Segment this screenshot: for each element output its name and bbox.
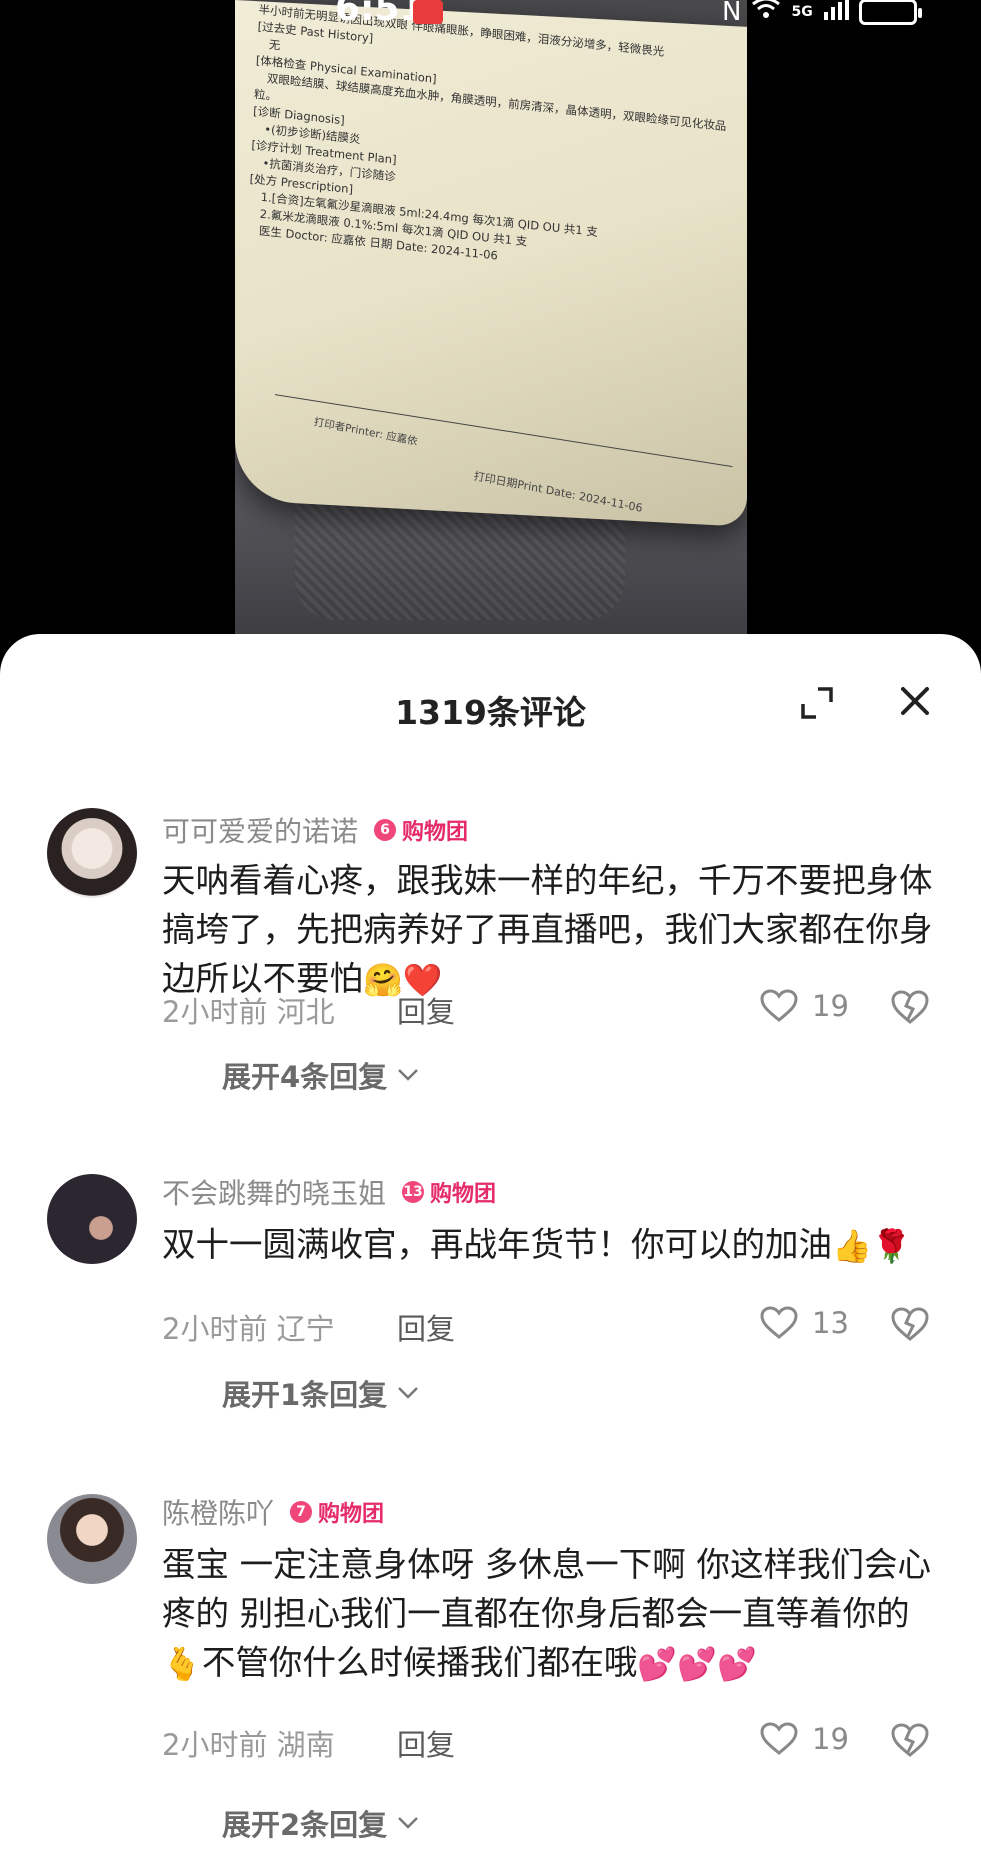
emoji: 🫰 bbox=[162, 1645, 202, 1683]
badge-label: 购物团 bbox=[430, 1182, 497, 1207]
video-player[interactable]: 半小时前无明显诱因出现双眼 伴眼痛眼胀，睁眼困难，泪液分泌增多，轻微畏光 [过去… bbox=[0, 0, 981, 640]
badge-label: 购物团 bbox=[402, 820, 469, 845]
comments-sheet: 1319条评论 可可爱爱的诺诺 6 购物团 天呐看着心疼，跟我妹一样的年纪，千万不… bbox=[0, 634, 981, 1874]
medical-record-text: 半小时前无明显诱因出现双眼 伴眼痛眼胀，睁眼困难，泪液分泌增多，轻微畏光 [过去… bbox=[247, 1, 747, 292]
wifi-icon bbox=[751, 0, 781, 27]
badge-level: 13 bbox=[402, 1181, 425, 1203]
chevron-down-icon bbox=[398, 1069, 419, 1081]
username-row: 陈橙陈吖 7 购物团 bbox=[162, 1492, 384, 1532]
like-button[interactable]: 19 bbox=[760, 1722, 849, 1756]
username-row: 不会跳舞的晓玉姐 13 购物团 bbox=[162, 1172, 496, 1212]
doc-printer: 打印者Printer: 应嘉依 bbox=[313, 416, 419, 448]
dislike-icon[interactable] bbox=[890, 989, 930, 1025]
reply-button[interactable]: 回复 bbox=[397, 1306, 455, 1348]
comment-body: 蛋宝 一定注意身体呀 多休息一下啊 你这样我们会心疼的 别担心我们一直都在你身后… bbox=[162, 1545, 931, 1633]
comment-meta: 2小时前 河北 回复 bbox=[162, 989, 455, 1031]
emoji: 👍🌹 bbox=[832, 1227, 912, 1265]
network-label: 5G bbox=[791, 3, 813, 20]
fan-badge: 13 购物团 bbox=[402, 1176, 496, 1208]
close-icon[interactable] bbox=[898, 684, 932, 718]
fan-badge: 7 购物团 bbox=[290, 1496, 384, 1528]
reply-button[interactable]: 回复 bbox=[397, 989, 455, 1031]
comment-body: 天呐看着心疼，跟我妹一样的年纪，千万不要把身体搞垮了，先把病养好了再直播吧，我们… bbox=[162, 861, 933, 998]
video-frame: 半小时前无明显诱因出现双眼 伴眼痛眼胀，睁眼困难，泪液分泌增多，轻微畏光 [过去… bbox=[235, 0, 747, 640]
like-count: 19 bbox=[812, 989, 849, 1023]
emoji: 💕💕💕 bbox=[637, 1645, 757, 1683]
dislike-icon[interactable] bbox=[890, 1722, 930, 1758]
comment-location: 辽宁 bbox=[276, 1312, 335, 1346]
nfc-icon: N bbox=[722, 0, 742, 27]
heart-icon bbox=[760, 1306, 798, 1339]
dislike-icon[interactable] bbox=[890, 1306, 930, 1342]
expand-replies-button[interactable]: 展开4条回复 bbox=[222, 1054, 419, 1096]
medical-record-paper: 半小时前无明显诱因出现双眼 伴眼痛眼胀，睁眼困难，泪液分泌增多，轻微畏光 [过去… bbox=[235, 0, 747, 527]
like-count: 19 bbox=[812, 1722, 849, 1756]
heart-icon bbox=[760, 1722, 798, 1755]
status-icons: N 5G bbox=[722, 0, 922, 27]
comment-body: 双十一圆满收官，再战年货节！你可以的加油 bbox=[162, 1225, 832, 1264]
chevron-down-icon bbox=[398, 1387, 419, 1399]
fan-badge: 6 购物团 bbox=[374, 814, 468, 846]
comment-location: 湖南 bbox=[276, 1728, 335, 1762]
expand-replies-label: 展开2条回复 bbox=[222, 1808, 388, 1842]
comment-meta: 2小时前 辽宁 回复 bbox=[162, 1306, 455, 1348]
comment-body-tail: 不管你什么时候播我们都在哦 bbox=[201, 1643, 638, 1682]
badge-level: 7 bbox=[290, 1501, 313, 1523]
status-bar: 6:51 N 5G bbox=[0, 0, 981, 40]
expand-replies-button[interactable]: 展开1条回复 bbox=[222, 1372, 419, 1414]
comment-text: 天呐看着心疼，跟我妹一样的年纪，千万不要把身体搞垮了，先把病养好了再直播吧，我们… bbox=[162, 856, 942, 1005]
expand-replies-label: 展开1条回复 bbox=[222, 1378, 388, 1412]
battery-icon bbox=[858, 0, 922, 25]
username-row: 可可爱爱的诺诺 6 购物团 bbox=[162, 810, 468, 850]
username[interactable]: 不会跳舞的晓玉姐 bbox=[162, 1172, 386, 1212]
like-button[interactable]: 13 bbox=[760, 1306, 849, 1340]
avatar[interactable] bbox=[47, 808, 137, 898]
comment-time: 2小时前 bbox=[162, 1312, 268, 1346]
expand-icon[interactable] bbox=[800, 686, 834, 720]
username[interactable]: 陈橙陈吖 bbox=[162, 1492, 274, 1532]
comment-location: 河北 bbox=[276, 995, 335, 1029]
username[interactable]: 可可爱爱的诺诺 bbox=[162, 810, 358, 850]
avatar[interactable] bbox=[47, 1494, 137, 1584]
like-button[interactable]: 19 bbox=[760, 989, 849, 1023]
badge-level: 6 bbox=[374, 819, 397, 841]
comment-text: 双十一圆满收官，再战年货节！你可以的加油👍🌹 bbox=[162, 1220, 942, 1271]
status-time: 6:51 bbox=[335, 0, 425, 29]
avatar[interactable] bbox=[47, 1174, 137, 1264]
like-count: 13 bbox=[812, 1306, 849, 1340]
expand-replies-label: 展开4条回复 bbox=[222, 1060, 388, 1094]
comment-time: 2小时前 bbox=[162, 1728, 268, 1762]
badge-label: 购物团 bbox=[318, 1502, 385, 1527]
signal-icon bbox=[823, 0, 849, 27]
comment-text: 蛋宝 一定注意身体呀 多休息一下啊 你这样我们会心疼的 别担心我们一直都在你身后… bbox=[162, 1540, 942, 1689]
expand-replies-button[interactable]: 展开2条回复 bbox=[222, 1802, 419, 1844]
notification-icon bbox=[413, 0, 443, 24]
heart-icon bbox=[760, 989, 798, 1022]
doc-print-date: 打印日期Print Date: 2024-11-06 bbox=[472, 469, 644, 515]
comment-time: 2小时前 bbox=[162, 995, 268, 1029]
reply-button[interactable]: 回复 bbox=[397, 1722, 455, 1764]
comment-meta: 2小时前 湖南 回复 bbox=[162, 1722, 455, 1764]
chevron-down-icon bbox=[398, 1817, 419, 1829]
